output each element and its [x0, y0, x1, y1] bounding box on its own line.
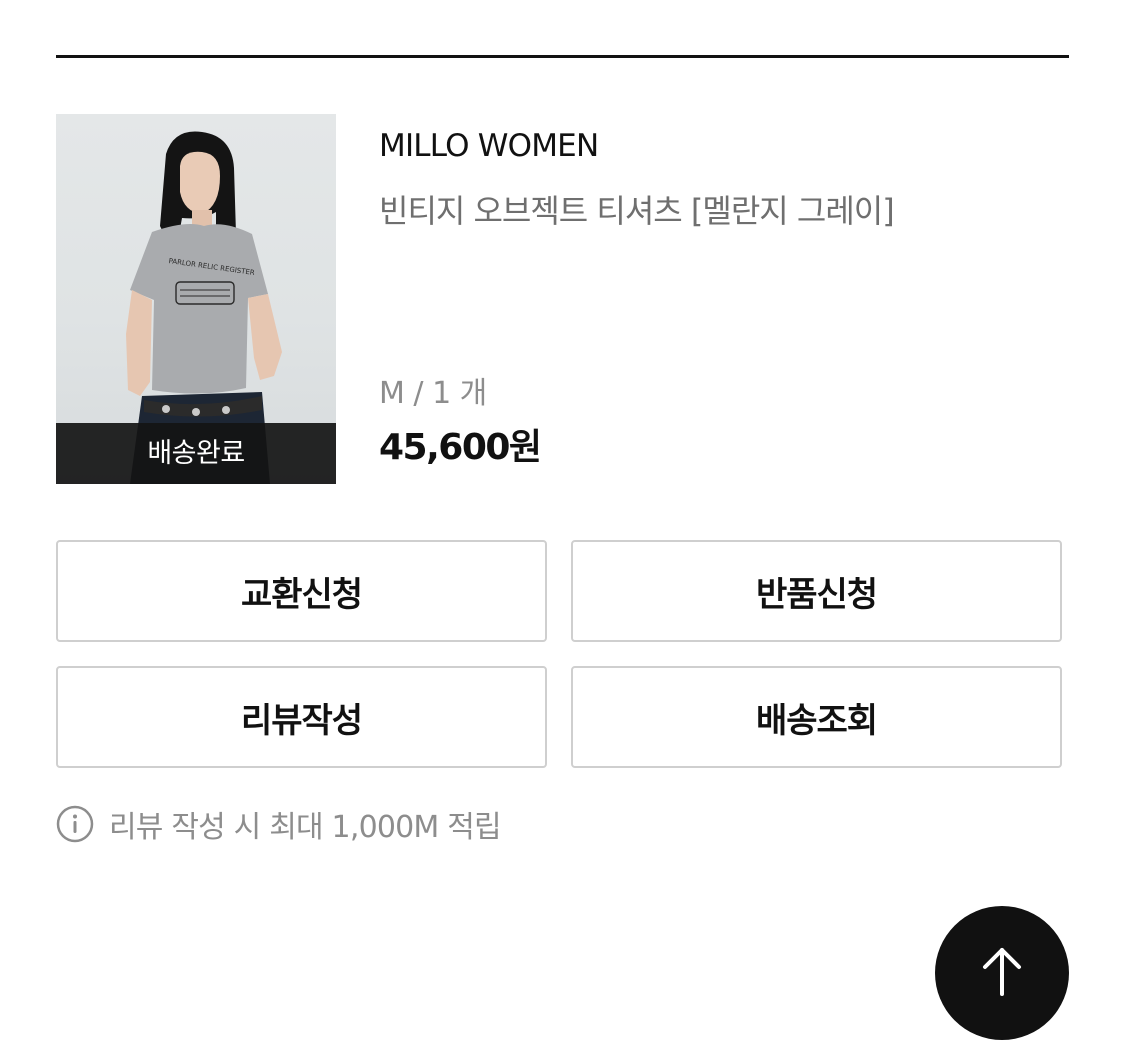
- write-review-button[interactable]: 리뷰작성: [56, 666, 547, 768]
- product-thumbnail[interactable]: PARLOR RELIC REGISTER 배송완료: [56, 114, 336, 484]
- option-quantity: M / 1 개: [379, 376, 487, 411]
- delivery-status-badge: 배송완료: [56, 423, 336, 484]
- product-price: 45,600원: [379, 427, 542, 468]
- order-actions: 교환신청 반품신청 리뷰작성 배송조회: [56, 540, 1067, 772]
- product-name[interactable]: 빈티지 오브젝트 티셔츠 [멜란지 그레이]: [379, 186, 895, 232]
- section-divider: [56, 55, 1069, 58]
- info-icon: [56, 805, 94, 843]
- brand-name[interactable]: MILLO WOMEN: [379, 128, 599, 164]
- review-reward-notice: 리뷰 작성 시 최대 1,000M 적립: [56, 803, 502, 845]
- review-reward-text: 리뷰 작성 시 최대 1,000M 적립: [109, 810, 502, 845]
- return-request-button[interactable]: 반품신청: [571, 540, 1062, 642]
- arrow-up-icon: [983, 948, 1021, 996]
- exchange-request-button[interactable]: 교환신청: [56, 540, 547, 642]
- track-delivery-button[interactable]: 배송조회: [571, 666, 1062, 768]
- scroll-to-top-button[interactable]: [935, 906, 1069, 1040]
- right-arm: [248, 294, 282, 380]
- left-arm: [126, 290, 152, 396]
- order-item: PARLOR RELIC REGISTER 배송완료 MILLO WOMEN 빈…: [56, 114, 1069, 484]
